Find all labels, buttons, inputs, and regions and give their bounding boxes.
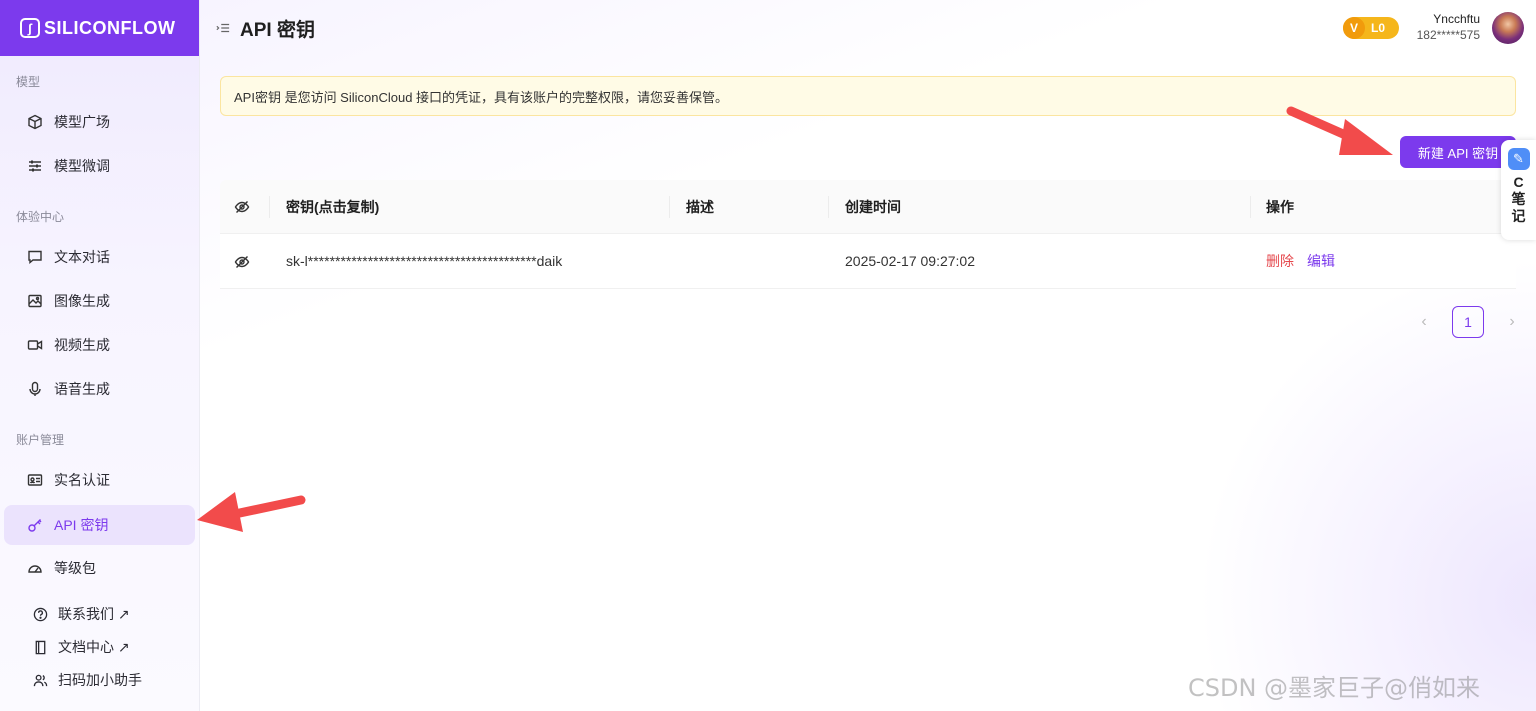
nav-group-account: 账户管理: [16, 433, 65, 447]
column-header-description: 描述: [686, 199, 714, 215]
sidebar-item-label: 视频生成: [54, 337, 110, 353]
user-level: L0: [1371, 21, 1386, 35]
cube-icon: [26, 113, 44, 131]
nav-group-models: 模型: [16, 75, 41, 89]
user-phone: 182*****575: [1416, 28, 1480, 42]
nav-group-experience: 体验中心: [16, 210, 65, 224]
user-level-badge[interactable]: V L0: [1343, 17, 1399, 39]
watermark: CSDN @墨家巨子@俏如来: [1188, 674, 1481, 702]
next-page-icon[interactable]: ›: [1496, 306, 1528, 338]
sidebar-item-video-gen[interactable]: 视频生成: [4, 325, 195, 365]
annotation-arrow-icon: [197, 492, 306, 532]
api-key-table: 密钥(点击复制) 描述 创建时间 操作 sk-l****************…: [220, 180, 1516, 289]
toggle-visibility-all-icon[interactable]: [234, 180, 250, 234]
logo[interactable]: ʃ SILICONFLOW: [0, 0, 199, 56]
user-name[interactable]: Yncchftu: [1433, 12, 1480, 26]
sidebar: ʃ SILICONFLOW 模型 模型广场 模型微调 体验中心 文本对话 图像生…: [0, 0, 200, 711]
page-title: API 密钥: [240, 19, 315, 41]
column-divider: [269, 196, 270, 218]
logo-icon: ʃ: [20, 18, 40, 38]
book-icon: [32, 639, 48, 655]
question-icon: [32, 606, 48, 622]
page-number-current[interactable]: 1: [1452, 306, 1484, 338]
sidebar-link-label: 扫码加小助手: [58, 672, 142, 688]
video-icon: [26, 336, 44, 354]
sidebar-link-docs[interactable]: 文档中心 ↗: [4, 633, 195, 661]
sidebar-item-realname[interactable]: 实名认证: [4, 460, 195, 500]
image-icon: [26, 292, 44, 310]
api-key-value[interactable]: sk-l************************************…: [286, 234, 562, 289]
edit-key-link[interactable]: 编辑: [1307, 234, 1335, 289]
sidebar-item-label: 图像生成: [54, 293, 110, 309]
side-widget-label: C笔记: [1511, 174, 1526, 224]
sidebar-item-label: 实名认证: [54, 472, 110, 488]
sidebar-item-image-gen[interactable]: 图像生成: [4, 281, 195, 321]
sidebar-item-label: 等级包: [54, 560, 96, 576]
table-header: 密钥(点击复制) 描述 创建时间 操作: [220, 180, 1516, 234]
avatar[interactable]: [1492, 12, 1524, 44]
column-divider: [669, 196, 670, 218]
sidebar-item-label: 模型广场: [54, 114, 110, 130]
sidebar-item-label: 文本对话: [54, 249, 110, 265]
notice-text: API密钥 是您访问 SiliconCloud 接口的凭证，具有该账户的完整权限…: [234, 89, 729, 105]
column-divider: [1250, 196, 1251, 218]
chat-icon: [26, 248, 44, 266]
column-header-actions: 操作: [1266, 199, 1294, 215]
note-icon: ✎: [1507, 148, 1530, 170]
api-key-created-time: 2025-02-17 09:27:02: [845, 253, 975, 269]
annotation-arrow-icon: [1286, 106, 1393, 155]
sidebar-link-contact[interactable]: 联系我们 ↗: [4, 600, 195, 628]
mic-icon: [26, 380, 44, 398]
sidebar-item-model-finetune[interactable]: 模型微调: [4, 146, 195, 186]
collapse-sidebar-icon[interactable]: [216, 20, 232, 36]
new-api-key-button[interactable]: 新建 API 密钥: [1400, 136, 1516, 168]
sidebar-item-label: 模型微调: [54, 158, 110, 174]
table-row: sk-l************************************…: [220, 234, 1516, 289]
sidebar-item-level-pack[interactable]: 等级包: [4, 548, 195, 588]
sidebar-item-voice-gen[interactable]: 语音生成: [4, 369, 195, 409]
sidebar-link-assistant[interactable]: 扫码加小助手: [4, 666, 195, 694]
brand-name: SILICONFLOW: [44, 17, 176, 38]
column-header-key: 密钥(点击复制): [286, 199, 380, 215]
gauge-icon: [26, 559, 44, 577]
users-icon: [32, 672, 48, 688]
sidebar-link-label: 文档中心 ↗: [58, 639, 130, 655]
column-header-created: 创建时间: [845, 199, 901, 215]
prev-page-icon[interactable]: ‹: [1408, 306, 1440, 338]
sidebar-item-text-chat[interactable]: 文本对话: [4, 237, 195, 277]
sidebar-link-label: 联系我们 ↗: [58, 606, 130, 622]
key-icon: [26, 516, 44, 534]
column-divider: [828, 196, 829, 218]
sliders-icon: [26, 157, 44, 175]
sidebar-item-label: API 密钥: [54, 517, 109, 533]
id-card-icon: [26, 471, 44, 489]
page-header: API 密钥: [200, 0, 1536, 56]
sidebar-item-label: 语音生成: [54, 381, 110, 397]
vip-icon: V: [1343, 17, 1365, 39]
pagination: ‹ 1 ›: [1408, 306, 1528, 338]
side-notes-widget[interactable]: ✎ C笔记: [1501, 140, 1536, 240]
delete-key-link[interactable]: 删除: [1266, 234, 1294, 289]
toggle-visibility-icon[interactable]: [234, 234, 250, 289]
sidebar-item-api-keys[interactable]: API 密钥: [4, 505, 195, 545]
sidebar-item-model-square[interactable]: 模型广场: [4, 102, 195, 142]
